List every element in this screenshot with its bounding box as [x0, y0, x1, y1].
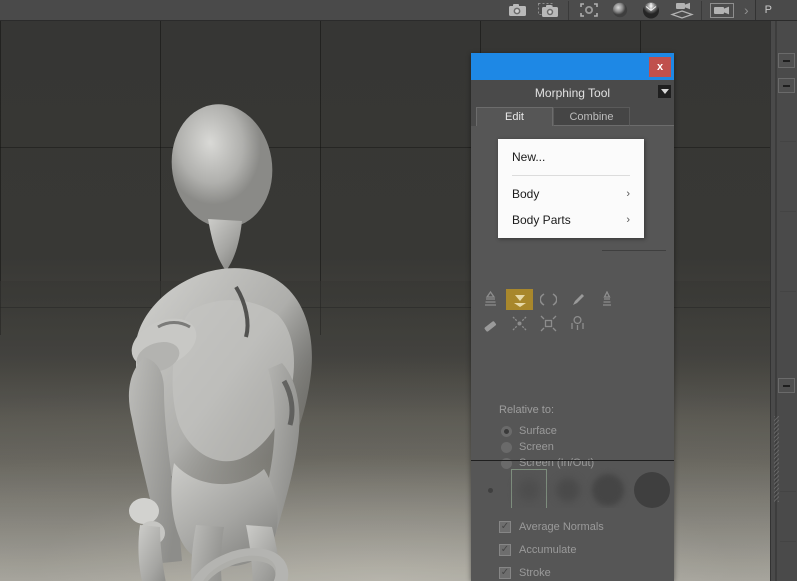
checkbox-label: Accumulate — [519, 544, 577, 556]
drop-tool-icon[interactable] — [564, 313, 591, 334]
panel-divider — [471, 460, 674, 461]
tab-edit[interactable]: Edit — [476, 107, 553, 126]
smooth-tool-icon[interactable] — [477, 289, 504, 310]
rail-separator — [780, 541, 796, 542]
falloff-hard[interactable] — [629, 467, 674, 513]
tool-icon-grid — [477, 289, 667, 337]
checkbox-indicator: ✓ — [499, 567, 511, 579]
camera-icon[interactable] — [503, 1, 532, 20]
loop-tool-icon[interactable] — [535, 289, 562, 310]
falloff-medium-soft[interactable] — [549, 467, 587, 513]
rail-separator — [780, 491, 796, 492]
menu-separator — [512, 175, 630, 176]
morphing-tool-window: x Morphing Tool Edit Combine 00 — [471, 53, 674, 581]
character-model[interactable] — [40, 81, 400, 581]
toolbar-icon-group: › — [500, 0, 755, 20]
rail-separator — [780, 291, 796, 292]
checkbox-indicator: ✓ — [499, 544, 511, 556]
camera-ground-icon[interactable] — [667, 1, 696, 20]
toolbar-left-spacer — [0, 0, 500, 20]
rail-collapse-button-3[interactable] — [778, 378, 795, 393]
radio-indicator — [501, 441, 512, 453]
toolbar-separator — [568, 0, 569, 20]
window-title-bar[interactable]: x — [471, 53, 674, 80]
toolbar-separator-2 — [701, 0, 702, 20]
checkbox-label: Stroke — [519, 567, 551, 579]
checkbox-average-normals[interactable]: ✓ Average Normals — [499, 521, 604, 533]
checkbox-indicator: ✓ — [499, 521, 511, 533]
video-camera-icon[interactable] — [707, 1, 736, 20]
checkbox-stroke[interactable]: ✓ Stroke — [499, 567, 551, 579]
menu-item-label: Body — [512, 187, 540, 201]
menu-item-body[interactable]: Body › — [498, 181, 644, 207]
spike-tool-icon[interactable] — [593, 289, 620, 310]
checkbox-label: Average Normals — [519, 521, 604, 533]
rail-collapse-button-1[interactable] — [778, 53, 795, 68]
close-icon[interactable]: x — [649, 56, 671, 77]
tool-header: Morphing Tool — [471, 80, 674, 105]
pencil-tool-icon[interactable] — [564, 289, 591, 310]
tool-icon-row-1 — [477, 289, 667, 310]
brush-falloff-presets — [471, 466, 674, 514]
menu-item-body-parts[interactable]: Body Parts › — [498, 207, 644, 233]
tool-icon-row-2 — [477, 313, 667, 334]
push-pull-tool-icon[interactable] — [506, 289, 533, 310]
falloff-small-soft[interactable] — [509, 467, 549, 513]
sphere-shaded-icon[interactable] — [605, 1, 634, 20]
rail-drag-handle[interactable] — [774, 416, 779, 502]
rail-separator — [780, 141, 796, 142]
menu-item-label: Body Parts — [512, 213, 571, 227]
toolbar-tail-label: P — [754, 0, 797, 20]
top-toolbar: › P — [0, 0, 797, 21]
render-region-icon[interactable] — [574, 1, 603, 20]
chevron-down-icon[interactable] — [658, 85, 671, 98]
menu-item-new[interactable]: New... — [498, 144, 644, 170]
expand-tool-icon[interactable] — [535, 313, 562, 334]
relative-to-label: Relative to: — [499, 404, 555, 416]
falloff-point[interactable] — [471, 467, 509, 513]
application-window: › P x Morphing Tool Edit Combine Relativ… — [0, 0, 797, 581]
toolbar-overflow-arrow-icon[interactable]: › — [738, 2, 755, 18]
chevron-right-icon: › — [626, 188, 630, 200]
radio-indicator — [501, 425, 512, 437]
checkbox-accumulate[interactable]: ✓ Accumulate — [499, 544, 576, 556]
contract-tool-icon[interactable] — [506, 313, 533, 334]
right-rail — [770, 21, 797, 581]
page-title: Morphing Tool — [534, 85, 611, 100]
falloff-large-soft[interactable] — [587, 467, 629, 513]
context-menu: New... Body › Body Parts › — [498, 139, 644, 238]
obscured-field-underline — [602, 250, 666, 251]
menu-item-label: New... — [512, 150, 546, 164]
camera-dashed-icon[interactable] — [534, 1, 563, 20]
radio-label: Screen — [519, 441, 554, 453]
eraser-tool-icon[interactable] — [477, 313, 504, 334]
rail-collapse-button-2[interactable] — [778, 78, 795, 93]
rail-separator — [780, 211, 796, 212]
tab-bar: Edit Combine — [471, 105, 674, 126]
tab-combine[interactable]: Combine — [553, 107, 630, 126]
chevron-right-icon: › — [626, 214, 630, 226]
radio-surface[interactable]: Surface — [501, 425, 557, 437]
sphere-lit-icon[interactable] — [636, 1, 665, 20]
options-footer: ✓ Average Normals ✓ Accumulate ✓ Stroke — [471, 508, 674, 581]
radio-screen[interactable]: Screen — [501, 441, 554, 453]
radio-label: Surface — [519, 425, 557, 437]
